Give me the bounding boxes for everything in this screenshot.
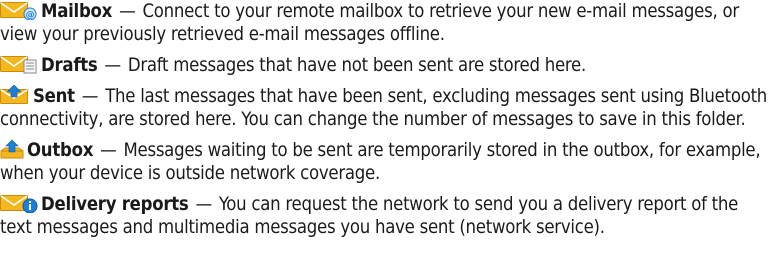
em-dash: — — [104, 55, 122, 76]
entry-term: Sent — [33, 86, 75, 107]
entry-mailbox: @ Mailbox — Connect to your remote mailb… — [0, 0, 769, 46]
em-dash: — — [119, 1, 136, 22]
entry-term: Outbox — [27, 140, 94, 161]
svg-text:@: @ — [26, 11, 35, 21]
mailbox-icon: @ — [0, 0, 38, 20]
entry-drafts: Drafts — Draft messages that have not be… — [0, 54, 769, 77]
sent-icon — [0, 85, 30, 105]
entry-description: The last messages that have been sent, e… — [0, 86, 768, 130]
messaging-folders-document: @ Mailbox — Connect to your remote mailb… — [0, 0, 773, 280]
em-dash: — — [195, 194, 213, 215]
entry-term: Delivery reports — [41, 194, 189, 215]
drafts-icon — [0, 54, 38, 74]
entry-term: Drafts — [41, 55, 98, 76]
em-dash: — — [100, 140, 117, 161]
entry-description: Draft messages that have not been sent a… — [127, 55, 586, 76]
entry-delivery-reports: Delivery reports — You can request the n… — [0, 193, 769, 239]
entry-term: Mailbox — [41, 1, 113, 22]
entry-outbox: Outbox — Messages waiting to be sent are… — [0, 139, 769, 185]
outbox-icon — [0, 139, 24, 159]
delivery-reports-icon — [0, 193, 38, 213]
entry-sent: Sent — The last messages that have been … — [0, 85, 769, 131]
em-dash: — — [81, 86, 99, 107]
